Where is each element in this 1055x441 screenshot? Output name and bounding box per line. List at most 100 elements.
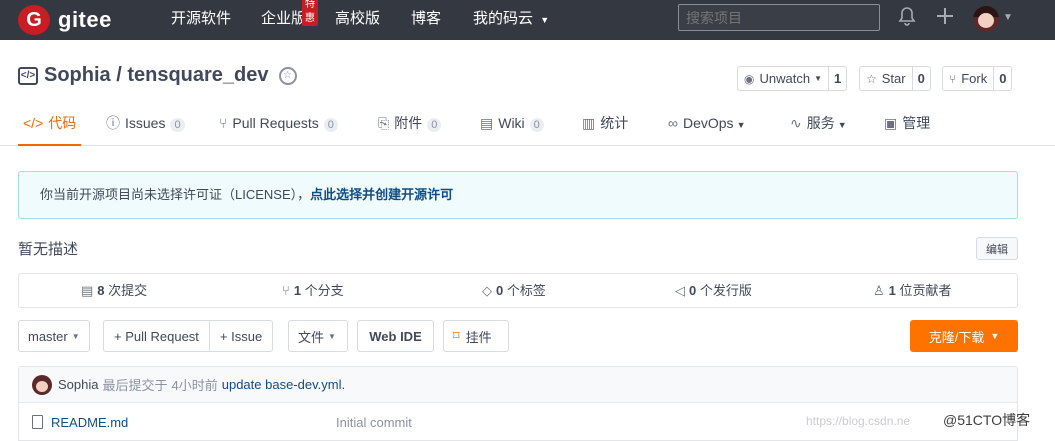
chevron-down-icon: ▼ xyxy=(814,74,822,83)
fork-button[interactable]: ⑂ Fork 0 xyxy=(942,66,1013,91)
tab-label: 附件 xyxy=(394,115,423,131)
tab-services[interactable]: ∿ 服务 ▼ xyxy=(790,103,847,146)
stat-contributors[interactable]: ♙ 1 位贡献者 xyxy=(873,274,952,307)
widget-label: 挂件 xyxy=(465,329,492,345)
gitee-logo[interactable]: G gitee xyxy=(18,5,112,35)
new-pull-request-button[interactable]: + Pull Request xyxy=(104,321,209,351)
file-menu-button[interactable]: 文件 ▼ xyxy=(288,320,348,352)
web-ide-button[interactable]: Web IDE xyxy=(357,320,434,352)
watch-button[interactable]: ◉ Unwatch ▼ 1 xyxy=(737,66,848,91)
license-notice-text: 你当前开源项目尚未选择许可证（LICENSE）， xyxy=(40,187,311,202)
chevron-down-icon: ▼ xyxy=(328,331,336,341)
stat-releases[interactable]: ◁ 0 个发行版 xyxy=(675,274,752,307)
contributors-icon: ♙ xyxy=(873,283,885,298)
gitee-logo-mark: G xyxy=(18,5,50,35)
chevron-down-icon: ▼ xyxy=(540,15,550,25)
nav-my-gitee-label: 我的码云 xyxy=(473,10,534,27)
infinity-icon: ∞ xyxy=(668,115,678,131)
clone-download-button[interactable]: 克隆/下载 ▼ xyxy=(910,320,1018,352)
nav-education[interactable]: 高校版 xyxy=(335,0,380,40)
stat-tags[interactable]: ◇ 0 个标签 xyxy=(482,274,546,307)
tab-label: 统计 xyxy=(600,115,629,131)
stat-label: 个发行版 xyxy=(696,283,752,298)
tab-stats[interactable]: ▥ 统计 xyxy=(582,103,628,146)
stat-label: 次提交 xyxy=(104,283,148,298)
chevron-down-icon: ▼ xyxy=(736,120,746,130)
nav-my-gitee[interactable]: 我的码云 ▼ xyxy=(473,0,549,40)
star-button[interactable]: ☆ Star 0 xyxy=(859,66,931,91)
fork-icon: ⑂ xyxy=(949,71,957,86)
bookmark-icon: ⌑ xyxy=(453,328,460,343)
search-input[interactable] xyxy=(678,4,880,31)
settings-doc-icon: ▣ xyxy=(884,115,898,131)
code-icon: </> xyxy=(23,115,44,131)
stat-label: 位贡献者 xyxy=(895,283,952,298)
tab-issues[interactable]: ⓘ Issues 0 xyxy=(106,103,185,146)
latest-commit-bar: Sophia 最后提交于 4小时前 update base-dev.yml. xyxy=(19,367,1017,403)
repo-stats-bar: ▤ 8 次提交 ⑂ 1 个分支 ◇ 0 个标签 ◁ 0 个发行版 ♙ 1 位贡献者 xyxy=(18,273,1018,308)
stat-branches[interactable]: ⑂ 1 个分支 xyxy=(282,274,344,307)
tab-label: 服务 xyxy=(806,115,835,131)
tab-devops[interactable]: ∞ DevOps ▼ xyxy=(668,103,745,146)
commit-message-link[interactable]: update base-dev.yml. xyxy=(222,377,345,392)
tag-icon: ◇ xyxy=(482,283,492,298)
stat-number: 1 xyxy=(293,283,302,298)
create-license-link[interactable]: 点此选择并创建开源许可 xyxy=(310,187,453,202)
stat-number: 1 xyxy=(888,283,896,298)
nav-enterprise-label: 企业版 xyxy=(261,10,307,27)
release-icon: ◁ xyxy=(675,283,685,298)
stat-label: 个分支 xyxy=(301,283,344,298)
branch-icon: ⑂ xyxy=(282,283,290,298)
file-name-link[interactable]: README.md xyxy=(51,415,128,430)
commit-time: 4小时前 xyxy=(171,378,218,393)
stat-number: 8 xyxy=(97,283,105,298)
pr-issue-group: + Pull Request + Issue xyxy=(103,320,274,352)
file-menu-label: 文件 xyxy=(298,329,325,345)
bell-icon[interactable] xyxy=(898,6,916,32)
file-commit-message[interactable]: Initial commit xyxy=(336,415,412,430)
pulse-icon: ∿ xyxy=(790,115,802,131)
license-notice: 你当前开源项目尚未选择许可证（LICENSE），点此选择并创建开源许可 xyxy=(18,171,1018,219)
file-browser: Sophia 最后提交于 4小时前 update base-dev.yml. R… xyxy=(18,366,1018,441)
commit-author[interactable]: Sophia xyxy=(58,377,98,392)
tab-label: Wiki xyxy=(498,115,525,131)
tab-count: 0 xyxy=(529,118,544,132)
tab-label: 代码 xyxy=(48,115,77,131)
nav-enterprise[interactable]: 企业版 特惠 xyxy=(261,0,318,40)
tab-label: Pull Requests xyxy=(232,115,319,131)
stat-label: 个标签 xyxy=(503,283,546,298)
fork-label: Fork xyxy=(961,71,988,86)
tab-attachments[interactable]: ⎘ 附件 0 xyxy=(378,103,442,146)
branch-select[interactable]: master ▼ xyxy=(18,320,90,352)
plus-icon[interactable] xyxy=(935,6,955,32)
chevron-down-icon[interactable]: ▼ xyxy=(1003,12,1013,23)
edit-description-button[interactable]: 编辑 xyxy=(976,237,1018,260)
issue-icon: ⓘ xyxy=(106,115,120,131)
tab-count: 0 xyxy=(427,118,442,132)
new-issue-button[interactable]: + Issue xyxy=(208,321,272,351)
repo-title[interactable]: Sophia / tensquare_dev xyxy=(44,64,269,87)
tab-code[interactable]: </> 代码 xyxy=(18,103,82,146)
chevron-down-icon: ▼ xyxy=(837,120,847,130)
attachment-icon: ⎘ xyxy=(378,115,390,131)
chevron-down-icon: ▼ xyxy=(990,331,1000,341)
watermark: https://blog.csdn.ne xyxy=(806,414,911,428)
repo-code-icon: </> xyxy=(18,66,38,85)
repo-description: 暂无描述 xyxy=(18,241,79,258)
tab-label: Issues xyxy=(125,115,166,131)
nav-open-source[interactable]: 开源软件 xyxy=(171,0,231,40)
clone-label: 克隆/下载 xyxy=(928,329,985,345)
tab-wiki[interactable]: ▤ Wiki 0 xyxy=(480,103,544,146)
top-navbar: G gitee 开源软件 企业版 特惠 高校版 博客 我的码云 ▼ ▼ xyxy=(0,0,1055,40)
widget-button[interactable]: ⌑ 挂件 xyxy=(443,320,509,352)
commit-log-icon: ▤ xyxy=(81,283,94,298)
stat-commits[interactable]: ▤ 8 次提交 xyxy=(81,274,147,307)
avatar[interactable] xyxy=(32,374,52,395)
nav-blog[interactable]: 博客 xyxy=(411,0,441,40)
recommend-badge-icon[interactable]: ☆ xyxy=(278,66,297,85)
tab-manage[interactable]: ▣ 管理 xyxy=(884,103,930,146)
tab-pull-requests[interactable]: ⑂ Pull Requests 0 xyxy=(219,103,338,146)
tab-count: 0 xyxy=(323,118,338,132)
user-avatar[interactable] xyxy=(973,6,999,32)
book-icon: ▤ xyxy=(480,115,494,131)
